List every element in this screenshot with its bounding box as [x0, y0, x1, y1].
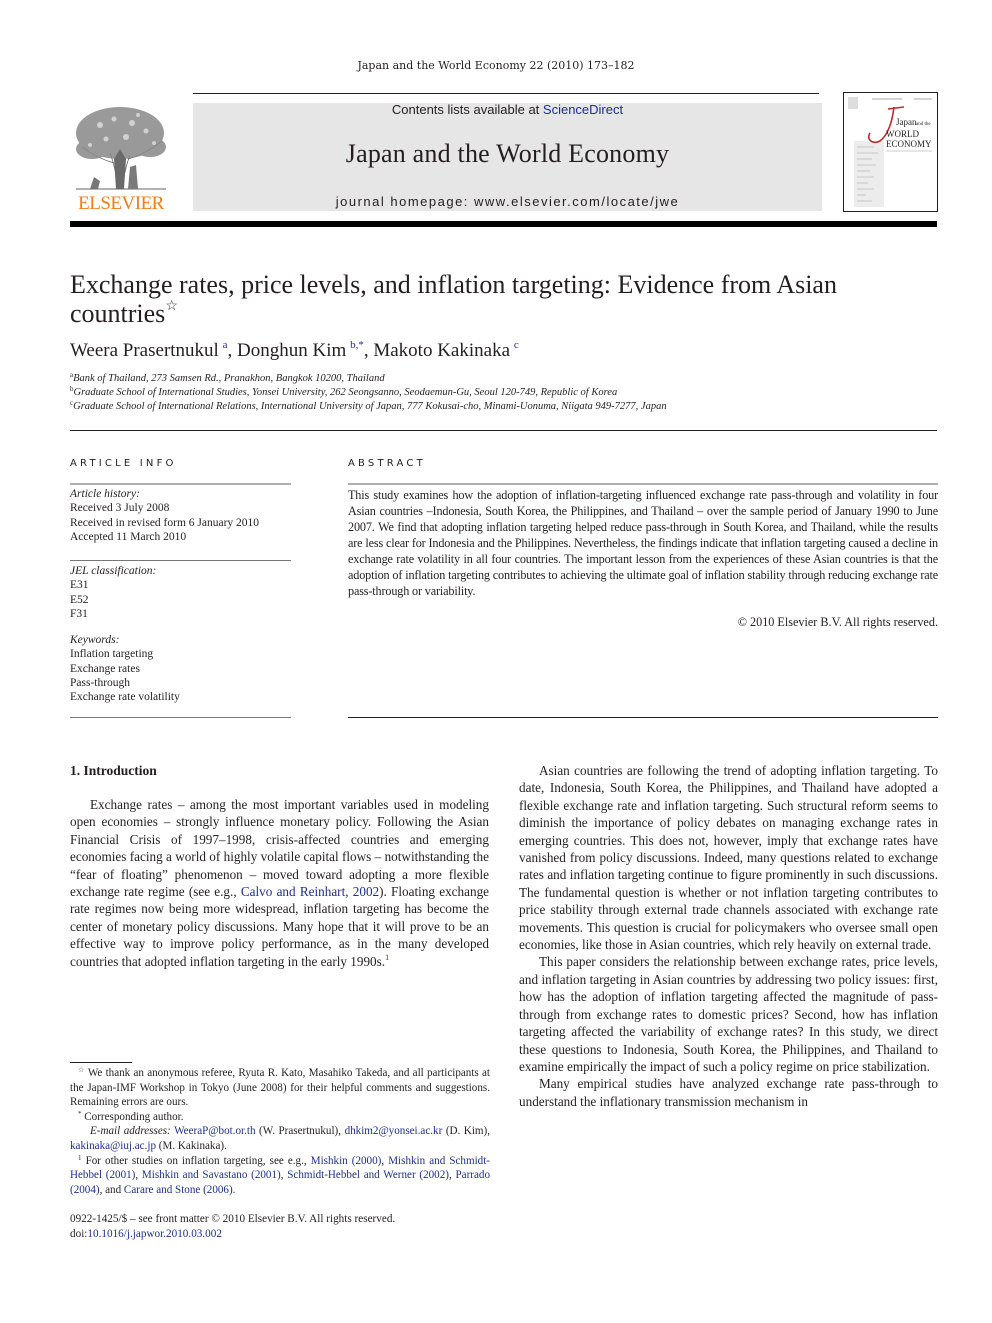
- paragraph: Many empirical studies have analyzed exc…: [519, 1076, 938, 1109]
- history-item: Accepted 11 March 2010: [70, 530, 187, 543]
- footnote-text: Corresponding author.: [84, 1110, 184, 1123]
- reference-link[interactable]: Schmidt-Hebbel and Werner (2002): [287, 1169, 449, 1181]
- keyword: Pass-through: [70, 677, 131, 690]
- author-affil-mark[interactable]: a: [223, 339, 228, 351]
- footnote-text: For other studies on inflation targeting…: [85, 1154, 311, 1167]
- article-title-text: Exchange rates, price levels, and inflat…: [70, 270, 837, 328]
- footnote-1: 1 For other studies on inflation targeti…: [70, 1153, 491, 1196]
- email-link[interactable]: WeeraP@bot.or.th: [174, 1125, 255, 1137]
- cover-title-world: WORLD: [886, 129, 919, 139]
- article-history: Article history: Received 3 July 2008 Re…: [70, 487, 295, 544]
- reference-link[interactable]: Mishkin (2000): [311, 1155, 382, 1167]
- footnote-emails: E-mail addresses: WeeraP@bot.or.th (W. P…: [70, 1124, 490, 1153]
- cover-title-andthe: and the: [916, 122, 931, 127]
- keywords-rule: [70, 717, 291, 718]
- article-info-heading: ARTICLE INFO: [70, 458, 177, 469]
- affiliation: cGraduate School of International Relati…: [70, 400, 940, 413]
- cover-title-japan: Japan: [896, 117, 917, 127]
- footnote-text: We thank an anonymous referee, Ryuta R. …: [70, 1067, 491, 1109]
- keyword: Exchange rates: [70, 662, 140, 675]
- paragraph: This paper considers the relationship be…: [519, 954, 938, 1074]
- history-item: Received in revised form 6 January 2010: [70, 516, 260, 529]
- section-heading-introduction: 1. Introduction: [70, 763, 157, 778]
- email-owner: (W. Prasertnukul),: [259, 1125, 342, 1138]
- jel-code: F31: [70, 607, 88, 620]
- footnotes: ☆ We thank an anonymous referee, Ryuta R…: [70, 1066, 490, 1197]
- paragraph: Asian countries are following the trend …: [519, 763, 938, 953]
- author-affil-mark[interactable]: c: [514, 339, 519, 351]
- email-owner: (M. Kakinaka).: [158, 1139, 227, 1152]
- reference-link[interactable]: Carare and Stone (2006): [124, 1184, 233, 1196]
- doi-label: doi:: [70, 1228, 88, 1240]
- affiliation-text: Graduate School of International Studies…: [73, 387, 618, 398]
- footnote-mark: *: [78, 1109, 82, 1118]
- history-item: Received 3 July 2008: [70, 502, 170, 515]
- abstract-text: This study examines how the adoption of …: [348, 488, 938, 598]
- author-name: Makoto Kakinaka: [373, 340, 510, 361]
- abstract-heading: ABSTRACT: [348, 458, 426, 469]
- body-left-column: Exchange rates – among the most importan…: [70, 796, 489, 970]
- article-title: Exchange rates, price levels, and inflat…: [70, 270, 940, 328]
- email-link[interactable]: kakinaka@iuj.ac.jp: [70, 1140, 156, 1152]
- header-rule: [193, 93, 819, 94]
- author-name: Weera Prasertnukul: [70, 340, 219, 361]
- affiliation-text: Bank of Thailand, 273 Samsen Rd., Pranak…: [73, 373, 385, 384]
- contents-available: Contents lists available at ScienceDirec…: [193, 102, 822, 117]
- jel-code: E52: [70, 593, 89, 606]
- keyword: Exchange rate volatility: [70, 691, 180, 704]
- body-right-column: Asian countries are following the trend …: [519, 762, 938, 1110]
- abstract-end-rule: [348, 717, 938, 718]
- affiliation: aBank of Thailand, 273 Samsen Rd., Prana…: [70, 372, 940, 385]
- email-label: E-mail addresses:: [90, 1125, 171, 1138]
- title-footnote-mark[interactable]: ☆: [165, 299, 178, 314]
- front-matter: 0922-1425/$ – see front matter © 2010 El…: [70, 1212, 510, 1242]
- journal-homepage: journal homepage: www.elsevier.com/locat…: [193, 194, 822, 209]
- contents-prefix: Contents lists available at: [391, 102, 543, 117]
- journal-title: Japan and the World Economy: [345, 139, 670, 168]
- affiliation: bGraduate School of International Studie…: [70, 386, 940, 399]
- footnote-corresponding: * Corresponding author.: [70, 1110, 490, 1125]
- cover-title-economy: ECONOMY: [886, 139, 932, 149]
- running-header: Japan and the World Economy 22 (2010) 17…: [357, 59, 635, 72]
- jel-code: E31: [70, 579, 89, 592]
- keywords-label: Keywords:: [70, 634, 120, 647]
- homepage-link[interactable]: www.elsevier.com/locate/jwe: [474, 194, 679, 209]
- history-label: Article history:: [70, 488, 140, 500]
- sciencedirect-link[interactable]: ScienceDirect: [543, 102, 623, 117]
- keyword: Inflation targeting: [70, 648, 154, 661]
- author-list: Weera Prasertnukul a, Donghun Kim b,*, M…: [70, 339, 519, 362]
- article-info-rule: [70, 483, 291, 485]
- author-name: Donghun Kim: [237, 340, 347, 361]
- footnote-mark: ☆: [78, 1066, 85, 1074]
- author-affil-mark[interactable]: b,*: [350, 339, 364, 351]
- abstract-copyright: © 2010 Elsevier B.V. All rights reserved…: [737, 615, 938, 629]
- abstract-rule: [348, 483, 938, 485]
- reference-link[interactable]: Mishkin and Savastano (2001): [142, 1169, 281, 1181]
- email-owner: (D. Kim),: [445, 1125, 491, 1138]
- jel-label: JEL classification:: [70, 565, 157, 577]
- affiliation-text: Graduate School of International Relatio…: [73, 401, 667, 412]
- issn-line: 0922-1425/$ – see front matter © 2010 El…: [70, 1213, 396, 1225]
- elsevier-wordmark: ELSEVIER: [78, 193, 164, 214]
- doi-line: doi:10.1016/j.japwor.2010.03.002: [70, 1227, 510, 1242]
- doi-link[interactable]: 10.1016/j.japwor.2010.03.002: [87, 1228, 222, 1240]
- title-block-rule: [70, 430, 937, 431]
- history-rule: [70, 560, 291, 561]
- footnote-ref[interactable]: 1: [385, 953, 389, 962]
- masthead-rule: [70, 221, 937, 227]
- footnote-rule: [70, 1062, 132, 1063]
- email-link[interactable]: dhkim2@yonsei.ac.kr: [345, 1125, 443, 1137]
- cover-image: Japan and the WORLD ECONOMY: [848, 97, 932, 207]
- footnote-acknowledgement: ☆ We thank an anonymous referee, Ryuta R…: [70, 1066, 490, 1110]
- paragraph: Exchange rates – among the most importan…: [70, 796, 489, 970]
- tree-icon: [76, 107, 166, 190]
- journal-cover-thumbnail: Japan and the WORLD ECONOMY: [843, 92, 938, 212]
- homepage-label: journal homepage:: [335, 194, 475, 209]
- jel-classification: JEL classification: E31 E52 F31 Keywords…: [70, 564, 295, 705]
- footnote-mark: 1: [78, 1153, 82, 1162]
- citation-link[interactable]: Calvo and Reinhart, 2002: [241, 884, 379, 899]
